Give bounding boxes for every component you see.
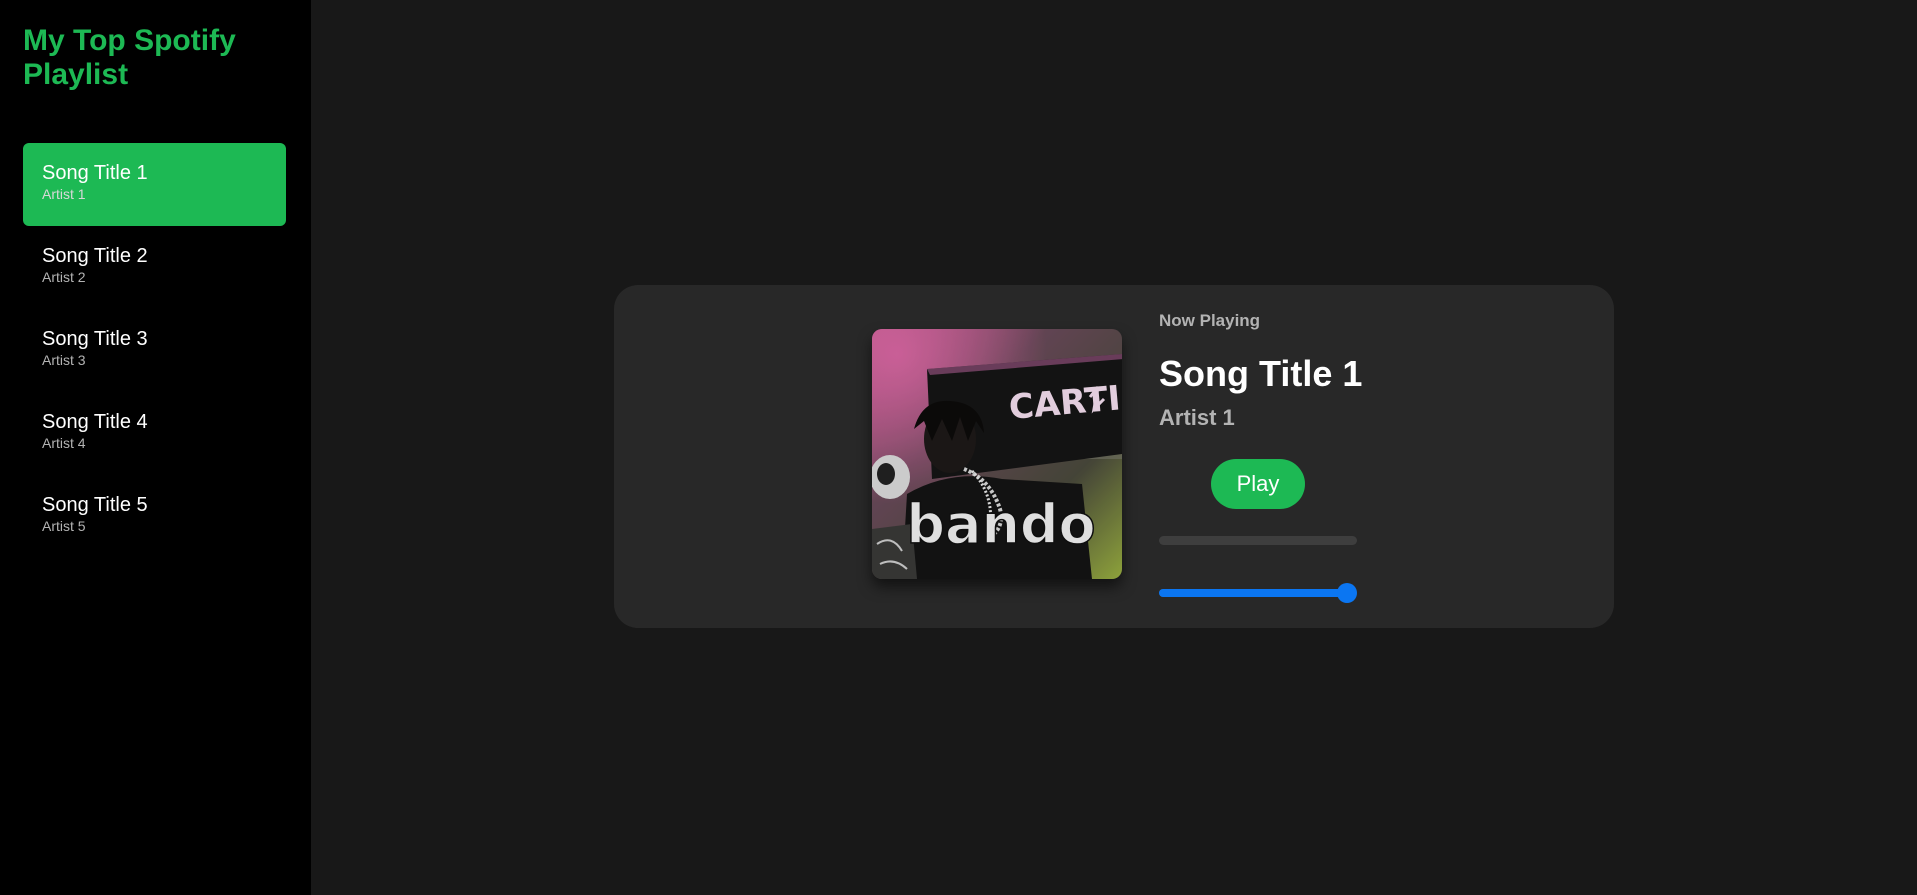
- volume-thumb[interactable]: [1337, 583, 1358, 603]
- song-artist: Artist 5: [42, 518, 86, 534]
- song-title: Song Title 3: [42, 328, 148, 350]
- song-title: Song Title 1: [42, 162, 148, 184]
- now-playing-label: Now Playing: [1159, 311, 1261, 330]
- playlist-item-5[interactable]: Song Title 5 Artist 5: [23, 475, 286, 558]
- song-artist: Artist 3: [42, 352, 86, 368]
- playlist-item-2[interactable]: Song Title 2 Artist 2: [23, 226, 286, 309]
- playlist-item-3[interactable]: Song Title 3 Artist 3: [23, 309, 286, 392]
- volume-fill: [1159, 589, 1348, 597]
- song-title: Song Title 5: [42, 494, 148, 516]
- playlist: Song Title 1 Artist 1 Song Title 2 Artis…: [23, 143, 286, 558]
- album-art: bando CARTI: [872, 329, 1122, 579]
- song-artist: Artist 4: [42, 435, 86, 451]
- app-title: My Top Spotify Playlist: [23, 24, 236, 91]
- app-window: My Top Spotify Playlist Song Title 1 Art…: [0, 0, 1917, 895]
- playlist-item-1[interactable]: Song Title 1 Artist 1: [23, 143, 286, 226]
- playlist-item-4[interactable]: Song Title 4 Artist 4: [23, 392, 286, 475]
- song-title: Song Title 4: [42, 411, 148, 433]
- track-title: Song Title 1: [1159, 353, 1363, 394]
- album-art-image: bando CARTI: [872, 329, 1122, 579]
- song-artist: Artist 2: [42, 269, 86, 285]
- progress-bar[interactable]: [1159, 536, 1357, 545]
- volume-slider[interactable]: [1159, 583, 1358, 603]
- track-artist: Artist 1: [1159, 405, 1235, 430]
- sidebar: My Top Spotify Playlist Song Title 1 Art…: [0, 0, 311, 895]
- song-title: Song Title 2: [42, 245, 148, 267]
- song-artist: Artist 1: [42, 186, 86, 202]
- now-playing-card: bando CARTI Now Playing Song Title 1 Art…: [614, 285, 1614, 628]
- play-button[interactable]: Play: [1211, 459, 1305, 509]
